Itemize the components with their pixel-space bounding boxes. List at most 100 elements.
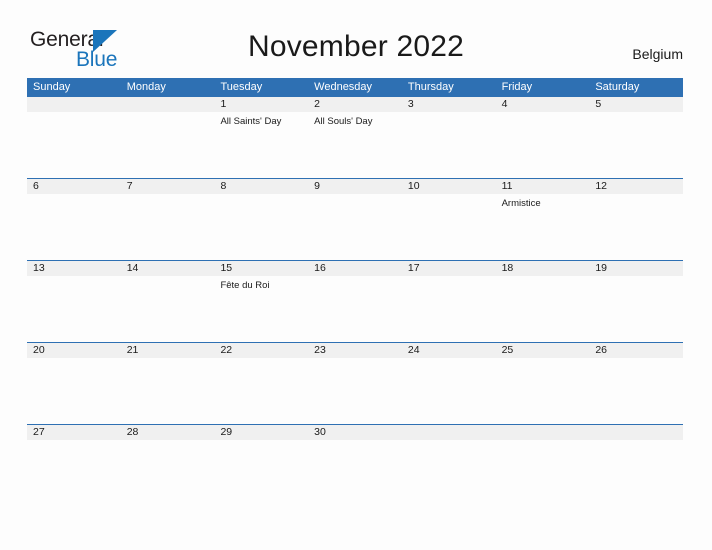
week-number-band: 20 21 22 23 24 25 26 bbox=[27, 343, 683, 358]
day-cell[interactable] bbox=[496, 276, 590, 342]
day-number[interactable]: 14 bbox=[121, 261, 215, 276]
day-number[interactable]: 29 bbox=[214, 425, 308, 440]
day-cell[interactable] bbox=[121, 440, 215, 502]
day-number[interactable]: 17 bbox=[402, 261, 496, 276]
day-cell[interactable] bbox=[214, 440, 308, 502]
day-cell[interactable] bbox=[589, 194, 683, 260]
week-number-band: 6 7 8 9 10 11 12 bbox=[27, 179, 683, 194]
day-cell[interactable] bbox=[402, 440, 496, 502]
day-number[interactable]: 30 bbox=[308, 425, 402, 440]
weekday-header-wednesday: Wednesday bbox=[314, 81, 373, 93]
day-event-label: Fête du Roi bbox=[220, 280, 270, 291]
page-title: November 2022 bbox=[247, 30, 465, 63]
day-cell[interactable] bbox=[214, 194, 308, 260]
day-number[interactable]: 22 bbox=[214, 343, 308, 358]
day-number[interactable] bbox=[496, 425, 590, 440]
page-header: General Blue November 2022 Belgium bbox=[0, 0, 712, 76]
day-cell[interactable] bbox=[214, 358, 308, 424]
day-cell[interactable] bbox=[589, 358, 683, 424]
week-number-band: 27 28 29 30 bbox=[27, 425, 683, 440]
day-cell[interactable] bbox=[308, 194, 402, 260]
day-number[interactable] bbox=[402, 425, 496, 440]
day-cell[interactable] bbox=[27, 112, 121, 178]
weekday-header-friday: Friday bbox=[501, 81, 533, 93]
calendar-week-row: 20 21 22 23 24 25 26 bbox=[27, 342, 683, 424]
day-number[interactable]: 6 bbox=[27, 179, 121, 194]
day-cell[interactable] bbox=[402, 194, 496, 260]
day-number[interactable]: 8 bbox=[214, 179, 308, 194]
day-number[interactable]: 18 bbox=[496, 261, 590, 276]
calendar-page: General Blue November 2022 Belgium Sunda… bbox=[0, 0, 712, 550]
day-cell[interactable] bbox=[589, 276, 683, 342]
day-cell[interactable] bbox=[121, 358, 215, 424]
week-event-band: Armistice bbox=[27, 194, 683, 260]
day-cell[interactable] bbox=[402, 276, 496, 342]
day-cell[interactable] bbox=[308, 276, 402, 342]
day-number[interactable]: 4 bbox=[496, 97, 590, 112]
day-number[interactable]: 5 bbox=[589, 97, 683, 112]
weekday-header-thursday: Thursday bbox=[407, 81, 454, 93]
week-event-band: All Saints' Day All Souls' Day bbox=[27, 112, 683, 178]
day-cell[interactable] bbox=[589, 112, 683, 178]
day-event-label: All Saints' Day bbox=[220, 116, 282, 127]
day-cell[interactable] bbox=[27, 194, 121, 260]
day-cell[interactable] bbox=[496, 358, 590, 424]
day-cell[interactable] bbox=[308, 440, 402, 502]
day-number[interactable] bbox=[121, 97, 215, 112]
country-label: Belgium bbox=[632, 46, 683, 62]
day-cell[interactable] bbox=[496, 440, 590, 502]
day-cell[interactable]: All Souls' Day bbox=[308, 112, 402, 178]
day-number[interactable]: 1 bbox=[214, 97, 308, 112]
day-number[interactable]: 23 bbox=[308, 343, 402, 358]
day-cell[interactable] bbox=[402, 358, 496, 424]
day-number[interactable]: 28 bbox=[121, 425, 215, 440]
calendar-week-row: 6 7 8 9 10 11 12 Armistice bbox=[27, 178, 683, 260]
weekday-header-monday: Monday bbox=[126, 81, 166, 93]
day-number[interactable]: 25 bbox=[496, 343, 590, 358]
day-number[interactable]: 27 bbox=[27, 425, 121, 440]
week-number-band: 1 2 3 4 5 bbox=[27, 97, 683, 112]
day-number[interactable]: 26 bbox=[589, 343, 683, 358]
weekday-header-sunday: Sunday bbox=[33, 81, 71, 93]
day-cell[interactable]: Fête du Roi bbox=[214, 276, 308, 342]
day-cell[interactable] bbox=[27, 440, 121, 502]
day-number[interactable]: 13 bbox=[27, 261, 121, 276]
day-cell[interactable]: All Saints' Day bbox=[214, 112, 308, 178]
day-cell[interactable] bbox=[121, 276, 215, 342]
calendar-grid: Sunday Monday Tuesday Wednesday Thursday… bbox=[27, 78, 683, 502]
calendar-week-row: 1 2 3 4 5 All Saints' Day All Souls' Day bbox=[27, 96, 683, 178]
weekday-header-tuesday: Tuesday bbox=[220, 81, 263, 93]
week-number-band: 13 14 15 16 17 18 19 bbox=[27, 261, 683, 276]
day-cell[interactable] bbox=[121, 112, 215, 178]
day-number[interactable]: 11 bbox=[496, 179, 590, 194]
day-cell[interactable] bbox=[308, 358, 402, 424]
day-number[interactable]: 3 bbox=[402, 97, 496, 112]
weekday-header-saturday: Saturday bbox=[595, 81, 640, 93]
day-number[interactable]: 2 bbox=[308, 97, 402, 112]
week-event-band: Fête du Roi bbox=[27, 276, 683, 342]
day-number[interactable]: 10 bbox=[402, 179, 496, 194]
day-number[interactable]: 24 bbox=[402, 343, 496, 358]
calendar-week-row: 13 14 15 16 17 18 19 Fête du Roi bbox=[27, 260, 683, 342]
day-event-label: All Souls' Day bbox=[314, 116, 373, 127]
day-number[interactable]: 20 bbox=[27, 343, 121, 358]
day-number[interactable]: 19 bbox=[589, 261, 683, 276]
day-cell[interactable] bbox=[27, 358, 121, 424]
day-cell[interactable]: Armistice bbox=[496, 194, 590, 260]
day-number[interactable] bbox=[589, 425, 683, 440]
week-event-band bbox=[27, 358, 683, 424]
calendar-week-row: 27 28 29 30 bbox=[27, 424, 683, 502]
day-cell[interactable] bbox=[27, 276, 121, 342]
day-cell[interactable] bbox=[589, 440, 683, 502]
day-number[interactable]: 16 bbox=[308, 261, 402, 276]
day-cell[interactable] bbox=[402, 112, 496, 178]
day-number[interactable]: 9 bbox=[308, 179, 402, 194]
week-event-band bbox=[27, 440, 683, 502]
day-number[interactable]: 7 bbox=[121, 179, 215, 194]
day-number[interactable]: 12 bbox=[589, 179, 683, 194]
day-cell[interactable] bbox=[496, 112, 590, 178]
day-number[interactable] bbox=[27, 97, 121, 112]
day-number[interactable]: 15 bbox=[214, 261, 308, 276]
day-cell[interactable] bbox=[121, 194, 215, 260]
day-number[interactable]: 21 bbox=[121, 343, 215, 358]
